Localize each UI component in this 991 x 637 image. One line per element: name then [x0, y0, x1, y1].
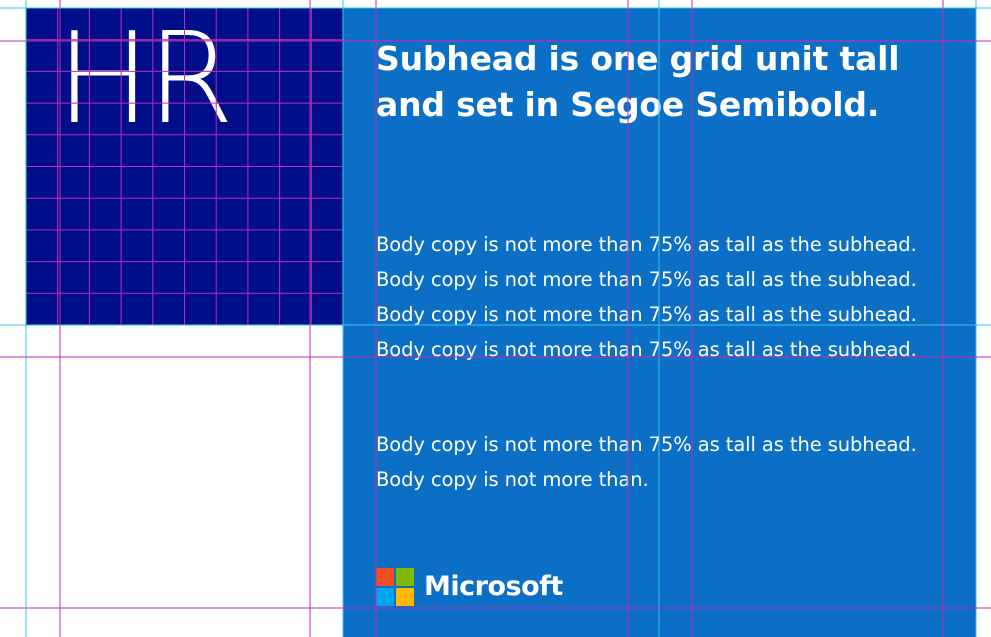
page-title: HR — [56, 5, 234, 152]
microsoft-wordmark: Microsoft — [424, 571, 563, 602]
subhead-text: Subhead is one grid unit tall and set in… — [376, 39, 900, 124]
logo-square-green — [396, 568, 414, 586]
layout-template-canvas: HR Subhead is one grid unit tall and set… — [0, 0, 991, 637]
microsoft-squares-icon — [376, 568, 414, 606]
body-paragraph-2: Body copy is not more than 75% as tall a… — [376, 433, 917, 491]
body-paragraph-1: Body copy is not more than 75% as tall a… — [376, 233, 917, 361]
logo-square-blue — [376, 588, 394, 606]
logo-square-yellow — [396, 588, 414, 606]
logo-square-red — [376, 568, 394, 586]
microsoft-logo: Microsoft — [376, 568, 563, 606]
